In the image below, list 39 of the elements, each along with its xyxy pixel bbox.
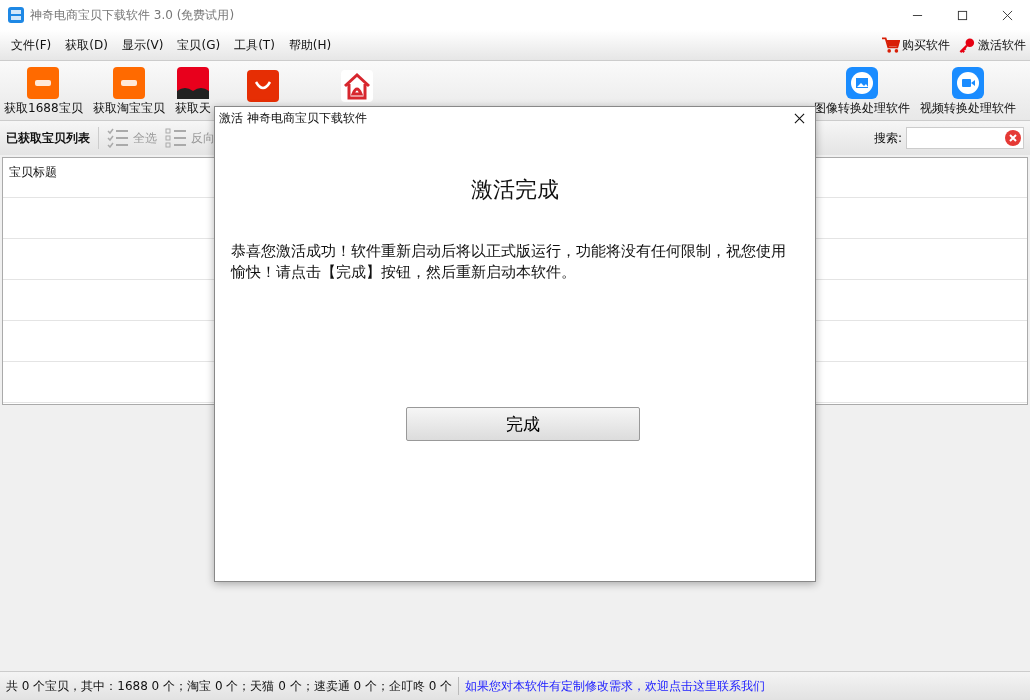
list-icon — [165, 128, 187, 148]
maximize-icon[interactable] — [957, 9, 968, 21]
checklist-icon — [107, 128, 129, 148]
dialog-title: 激活 神奇电商宝贝下载软件 — [219, 109, 367, 127]
close-icon[interactable] — [794, 112, 805, 124]
close-icon[interactable] — [1002, 9, 1013, 21]
dialog-message: 恭喜您激活成功！软件重新启动后将以正式版运行，功能将没有任何限制，祝您使用愉快！请点击【完成】按钮，然后重新启动本软件。 — [231, 241, 787, 283]
list-title: 已获取宝贝列表 — [6, 129, 90, 147]
bag-icon — [246, 70, 279, 102]
toolbar-button[interactable]: 获取天 — [174, 67, 211, 117]
store-logo-icon — [112, 67, 145, 99]
clear-icon[interactable] — [1005, 130, 1021, 146]
finish-button[interactable]: 完成 — [406, 407, 640, 441]
menu-action[interactable]: 购买软件 — [902, 36, 950, 54]
cart-icon — [882, 36, 900, 54]
menu-item[interactable]: 帮助(H) — [281, 36, 339, 54]
window-title: 神奇电商宝贝下载软件 3.0 (免费试用) — [30, 6, 235, 24]
search-field[interactable] — [906, 127, 1024, 149]
toolbar-button[interactable]: 获取淘宝宝贝 — [92, 67, 165, 117]
dialog-heading: 激活完成 — [470, 176, 560, 204]
toolbar-button[interactable]: 视频转换处理软件 — [920, 67, 1016, 117]
store-logo-icon — [176, 67, 209, 99]
house-icon — [340, 70, 373, 102]
menu-item[interactable]: 显示(V) — [114, 36, 171, 54]
menu-item[interactable]: 文件(F) — [4, 36, 59, 54]
app-icon — [8, 7, 24, 23]
toolbar-button[interactable]: 获取1688宝贝 — [4, 67, 83, 117]
video-camera-icon — [952, 67, 984, 99]
menu-item[interactable]: 宝贝(G) — [170, 36, 228, 54]
column-header: 宝贝标题 — [9, 165, 57, 179]
contact-link[interactable]: 如果您对本软件有定制修改需求，欢迎点击这里联系我们 — [465, 677, 766, 695]
search-label: 搜索: — [873, 129, 902, 147]
key-icon — [958, 36, 976, 54]
store-logo-icon — [27, 67, 60, 99]
menu-item[interactable]: 工具(T) — [227, 36, 282, 54]
status-summary: 共 0 个宝贝，其中：1688 0 个；淘宝 0 个；天猫 0 个；速卖通 0 个；企叮咚 0 个 — [6, 677, 453, 695]
menu-item[interactable]: 获取(D) — [58, 36, 115, 54]
menu-action[interactable]: 激活软件 — [978, 36, 1026, 54]
image-icon — [846, 67, 878, 99]
